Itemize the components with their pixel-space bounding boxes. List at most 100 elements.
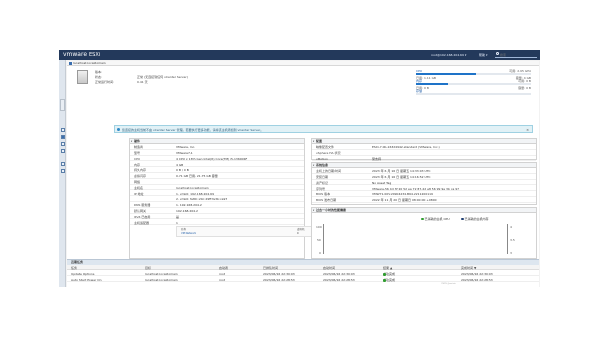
host-nav-icon[interactable] xyxy=(60,128,65,132)
manage-nav-icon[interactable] xyxy=(60,169,65,173)
server-image xyxy=(77,70,88,84)
hardware-title: 硬件 xyxy=(134,139,141,143)
hardware-panel: ▾ 硬件 制造商 VMware, Inc. 型号 VMware7,1 CPU 4 CPU x… xyxy=(129,138,326,259)
subtable-header: 虚拟机 xyxy=(297,228,305,232)
task-result: 成功完成 xyxy=(383,272,395,276)
task-target: localhost.localdomain xyxy=(145,277,178,282)
info-value: 2. vmk0: fe80::20c:29ff:fe3b:ca97 xyxy=(176,197,228,202)
info-value: 4 GB xyxy=(176,162,184,167)
cpu-usage-bar xyxy=(416,72,476,75)
left-axis xyxy=(323,224,324,254)
info-key: 序列号 xyxy=(316,186,326,191)
info-value: VMW71.00V.20904234.B64.2211200119 xyxy=(372,192,433,197)
hardware-rows: 制造商 VMware, Inc. 型号 VMware7,1 CPU 4 CPU x 13t… xyxy=(130,144,326,258)
memory-usage-bar xyxy=(416,82,449,85)
task-row[interactable]: Auto Start Power On localhost.localdomain… xyxy=(67,276,539,282)
right-tick: 3 xyxy=(510,251,512,255)
info-value: 是 xyxy=(176,214,180,219)
collapse-icon: ▾ xyxy=(313,139,315,143)
info-key: 主机适配器 xyxy=(134,220,150,225)
info-row: BIOS 发布日期 2022 年 11 月 20 日 星期日 08:00:00 +… xyxy=(312,197,536,203)
task-task: Auto Start Power On xyxy=(71,277,102,282)
state-value: 正常 (无连接到任何 vCenter Server) xyxy=(137,75,188,79)
search-box[interactable] xyxy=(495,52,537,58)
info-banner: 您连接的主机当前不由 vCenter Server 管理。若要执行更多功能，请将… xyxy=(114,125,533,133)
breadcrumb-host[interactable]: localhost.localdomain xyxy=(73,61,106,65)
info-value: 4 CPU x 13th Gen Intel(R) Core(TM) i5-13… xyxy=(176,156,248,161)
info-key: 制造商 xyxy=(134,145,144,150)
info-key: 网络 xyxy=(134,180,141,185)
monitor-nav-icon[interactable] xyxy=(60,162,65,166)
vm-count: 0 xyxy=(297,232,299,236)
task-initiator: root xyxy=(219,277,226,282)
info-value: 受支持 xyxy=(372,156,382,161)
info-value: localhost.localdomain xyxy=(176,185,209,190)
performance-chart: 已消耗的主机 CPU 已消耗的主机内存 100 50 0 4 3.5 3 xyxy=(311,214,537,259)
navigator-tab[interactable] xyxy=(60,99,65,111)
configuration-rows: 映像配置文件 ESXi-7.0b-16324942-standard (VMwar… xyxy=(312,144,536,162)
esxi-window: vmwareESXi root@192.168.204.69 ▾ 帮助 ▾ lo… xyxy=(59,50,540,287)
info-row: 主机适配器 1 xyxy=(130,219,304,226)
network-adapter-table: 名称 虚拟机 VM Network 0 xyxy=(176,225,326,237)
info-key: 主机名 xyxy=(134,185,144,190)
task-completed: 2023/06/16 22:28:53 xyxy=(461,277,493,282)
vm-nav-icon[interactable] xyxy=(60,135,65,139)
close-icon[interactable]: × xyxy=(526,128,529,132)
version-label: 版本: xyxy=(95,70,103,74)
vmware-logo: vmware ESXi xyxy=(63,51,100,59)
network-nav-icon[interactable] xyxy=(60,149,65,153)
info-key: IPv6 已启用 xyxy=(134,214,151,219)
state-label: 状态: xyxy=(95,75,103,79)
help-menu[interactable]: 帮助 ▾ xyxy=(479,53,487,57)
configuration-panel: ▾ 配置 映像配置文件 ESXi-7.0b-16324942-standard (V… xyxy=(311,138,537,162)
info-key: BIOS 版本 xyxy=(316,192,331,197)
info-value: VMware, Inc. xyxy=(176,145,196,150)
collapse-icon: ▾ xyxy=(131,139,133,143)
memory-meter: 内存 可用: 0 B 已用: 0 B 容量: 0 B xyxy=(416,79,531,90)
uptime-value: 0.41 天 xyxy=(137,80,148,84)
info-key: vMotion xyxy=(316,156,328,161)
resource-meters: CPU 可用: 2.95 GHz 已用: 1.11 GB 容量: 4 GB 内存… xyxy=(416,69,531,99)
info-value: 1. vmk0: 192.168.204.69 xyxy=(176,191,214,196)
storage-nav-icon[interactable] xyxy=(60,142,65,146)
host-icon xyxy=(68,62,72,65)
info-value: 1. 192.168.204.2 xyxy=(176,203,202,208)
search-input[interactable] xyxy=(500,52,536,57)
info-key: 内存 xyxy=(134,162,141,167)
subtable-header: 名称 xyxy=(181,228,187,232)
performance-title: 过去一小时的性能摘要 xyxy=(316,208,347,212)
task-initiator: root xyxy=(219,271,226,276)
system-info-panel: ▾ 系统信息 主机上的日期/时间 2023 年 6 月 16 日 星期五 14:33… xyxy=(311,162,537,205)
task-task: Update Options xyxy=(71,271,95,276)
info-key: vSphere HA 状况 xyxy=(316,151,341,156)
task-started: 2023/06/16 22:28:53 xyxy=(323,277,355,282)
network-link[interactable]: VM Network xyxy=(181,232,196,235)
info-banner-text: 您连接的主机当前不由 vCenter Server 管理。若要执行更多功能，请将… xyxy=(122,128,264,132)
task-queued: 2023/06/16 22:28:53 xyxy=(263,277,295,282)
configuration-title: 配置 xyxy=(316,139,323,143)
recent-tasks-pane: 近期任务 任务 目标 启动者 已排队时间 启动时间 结果 ▲ 完成时间 ▼ Up… xyxy=(67,259,539,287)
info-key: 型号 xyxy=(134,151,141,156)
left-tick: 50 xyxy=(317,238,321,242)
right-axis xyxy=(507,224,508,254)
info-key: IP 地址 xyxy=(134,191,144,196)
navigator-sidebar xyxy=(59,60,66,287)
info-key: 主机上的日期/时间 xyxy=(316,169,342,174)
info-key: BIOS 发布日期 xyxy=(316,198,337,203)
info-value: ESXi-7.0b-16324942-standard (VMware, Inc… xyxy=(372,145,440,150)
legend-memory: 已消耗的主机内存 xyxy=(461,217,489,221)
info-key: 默认网关 xyxy=(134,209,147,214)
task-queued: 2023/06/16 22:30:03 xyxy=(263,271,295,276)
task-target: localhost.localdomain xyxy=(145,271,178,276)
info-key: 安装日期 xyxy=(316,175,329,180)
info-value: 1 xyxy=(176,220,178,225)
task-started: 2023/06/16 22:30:03 xyxy=(323,271,355,276)
cpu-meter: CPU 可用: 2.95 GHz 已用: 1.11 GB 容量: 4 GB xyxy=(416,69,531,80)
info-row: vMotion 受支持 xyxy=(312,156,536,162)
performance-header[interactable]: ▾ 过去一小时的性能摘要 xyxy=(312,208,536,213)
user-menu[interactable]: root@192.168.204.69 ▾ xyxy=(431,53,466,57)
legend-memory-label: 已消耗的主机内存 xyxy=(464,217,489,221)
info-icon xyxy=(117,128,120,131)
left-tick: 0 xyxy=(319,251,321,255)
watermark: CSDN @weixin xyxy=(441,283,456,285)
